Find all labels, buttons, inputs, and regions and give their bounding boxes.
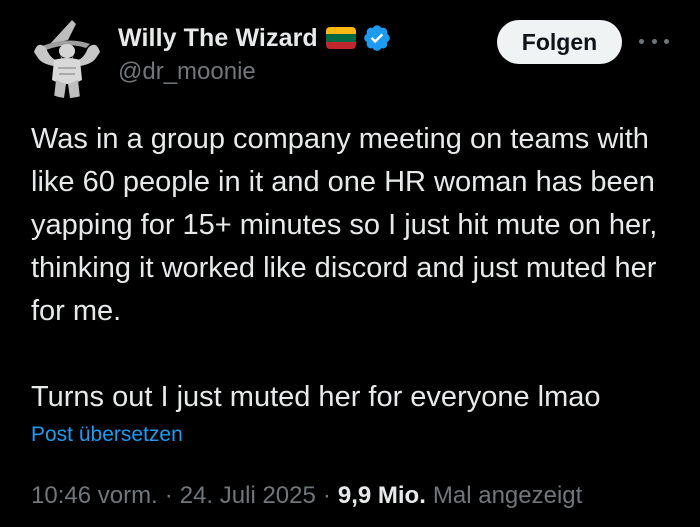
author-display-name[interactable]: Willy The Wizard [118, 24, 318, 53]
flag-band-red [325, 41, 356, 49]
tweet-time[interactable]: 10:46 vorm. [31, 482, 158, 510]
tweet-paragraph: Turns out I just muted her for everyone … [31, 381, 601, 413]
author-name-row: Willy The Wizard [118, 22, 392, 54]
follow-button[interactable]: Folgen [497, 20, 622, 64]
more-dot [664, 38, 669, 44]
tweet-meta: 10:46 vorm. · 24. Juli 2025 · 9,9 Mio. M… [31, 482, 582, 510]
views-count[interactable]: 9,9 Mio. [338, 482, 426, 510]
verified-badge-icon[interactable] [362, 23, 392, 53]
lithuania-flag-icon [325, 27, 356, 49]
views-label: Mal angezeigt [432, 482, 583, 509]
more-dot [639, 38, 644, 44]
tweet-date[interactable]: 24. Juli 2025 [180, 482, 316, 510]
wizard-avatar-icon [28, 18, 108, 98]
author-handle[interactable]: @dr_moonie [118, 58, 256, 86]
more-dot [651, 38, 657, 44]
flag-band-yellow [325, 27, 356, 35]
tweet-card: Willy The Wizard @dr_moonie Folgen Was i… [0, 0, 700, 527]
translate-post-link[interactable]: Post übersetzen [31, 423, 183, 447]
tweet-paragraph: Was in a group company meeting on teams … [31, 123, 666, 327]
meta-separator: · [322, 482, 331, 509]
meta-separator: · [164, 482, 173, 509]
more-dots-icon[interactable] [636, 30, 672, 52]
flag-band-green [325, 34, 356, 42]
tweet-text: Was in a group company meeting on teams … [31, 118, 681, 419]
avatar[interactable] [28, 18, 108, 98]
